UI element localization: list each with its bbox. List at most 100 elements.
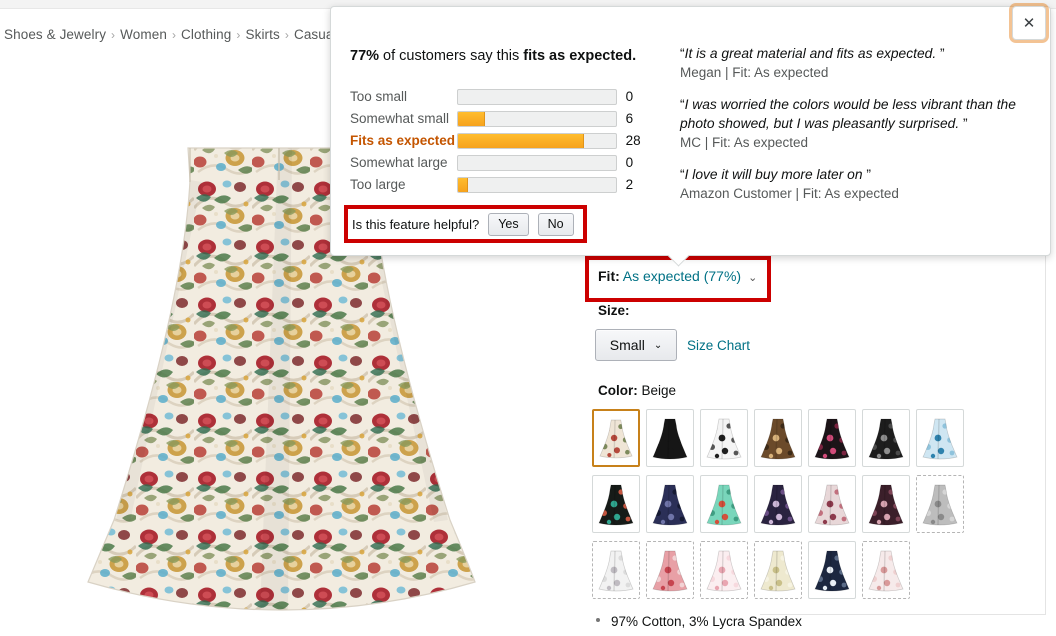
color-swatch-gray-floral[interactable] — [916, 475, 964, 533]
fit-bar-label: Fits as expected — [350, 133, 456, 148]
swatch-skirt-icon — [922, 418, 958, 460]
swatch-skirt-icon — [706, 484, 742, 526]
swatch-skirt-icon — [706, 418, 742, 460]
review-quote: “I love it will buy more later on ” — [680, 167, 871, 182]
swatch-skirt-icon — [599, 419, 633, 459]
color-swatch-black-pink-floral[interactable] — [808, 409, 856, 467]
review-attribution: Megan | Fit: As expected — [680, 65, 829, 80]
fit-value[interactable]: As expected (77%) — [623, 268, 741, 284]
modal-pointer-caret — [668, 255, 690, 267]
fit-bar-row: Fits as expected 28 — [350, 130, 650, 152]
fit-bar-count: 2 — [625, 177, 634, 192]
breadcrumb-item-1[interactable]: Women — [120, 27, 167, 42]
color-swatch-pink-rose-floral[interactable] — [808, 475, 856, 533]
feature-bullet-text: 97% Cotton, 3% Lycra Spandex — [611, 614, 802, 629]
fit-bar-fill — [458, 112, 486, 126]
close-icon[interactable]: ✕ — [1012, 6, 1046, 40]
fit-bar-track — [457, 133, 617, 149]
color-swatch-navy-floral[interactable] — [646, 475, 694, 533]
color-swatch-black-solid[interactable] — [646, 409, 694, 467]
color-value: Beige — [641, 383, 677, 398]
fit-bar-chart: Too small 0 Somewhat small 6 Fits as expecte… — [350, 86, 650, 196]
fit-label: Fit: — [598, 268, 620, 284]
fit-bar-count: 28 — [625, 133, 641, 148]
color-swatch-dark-purple-floral[interactable] — [754, 475, 802, 533]
color-swatch-black-teal-floral[interactable] — [592, 475, 640, 533]
swatch-skirt-icon — [868, 418, 904, 460]
swatch-skirt-icon — [652, 484, 688, 526]
review-quote: “It is a great material and fits as expe… — [680, 46, 945, 61]
color-swatch-red-rose-floral[interactable] — [646, 541, 694, 599]
size-chart-link[interactable]: Size Chart — [687, 338, 750, 353]
size-select[interactable]: Small ⌄ — [595, 329, 677, 361]
headline-emphasis: fits as expected. — [523, 48, 637, 64]
swatch-skirt-icon — [652, 418, 688, 460]
fit-bar-label: Too small — [350, 89, 408, 104]
breadcrumb-item-2[interactable]: Clothing — [181, 27, 231, 42]
color-swatch-pale-pink-floral[interactable] — [700, 541, 748, 599]
swatch-skirt-icon — [760, 550, 796, 592]
color-swatch-maroon-floral[interactable] — [862, 475, 910, 533]
fit-bar-label: Too large — [350, 177, 406, 192]
fit-bar-label: Somewhat small — [350, 111, 450, 126]
fit-bar-row: Somewhat large 0 — [350, 152, 650, 174]
close-glyph: ✕ — [1022, 14, 1036, 32]
fit-summary-row[interactable]: Fit: As expected (77%) ⌄ — [598, 268, 757, 284]
breadcrumb-item-3[interactable]: Skirts — [246, 27, 280, 42]
fit-bar-fill — [458, 178, 468, 192]
swatch-skirt-icon — [760, 484, 796, 526]
breadcrumb-separator: › — [111, 28, 116, 42]
review-attribution: Amazon Customer | Fit: As expected — [680, 186, 899, 201]
color-label: Color: — [598, 383, 638, 398]
review-snippet: “I love it will buy more later on ” Amazo… — [680, 165, 1020, 203]
breadcrumb-separator: › — [171, 28, 177, 42]
chevron-down-icon[interactable]: ⌄ — [748, 272, 757, 284]
bullet-dot-icon — [596, 618, 600, 623]
swatch-skirt-icon — [814, 484, 850, 526]
fit-bar-row: Too small 0 — [350, 86, 650, 108]
breadcrumb-separator: › — [236, 28, 241, 42]
fit-bar-row: Somewhat small 6 — [350, 108, 650, 130]
swatch-skirt-icon — [868, 550, 904, 592]
size-select-value: Small — [609, 337, 645, 353]
swatch-skirt-icon — [760, 418, 796, 460]
fit-percent: 77% — [350, 48, 380, 64]
helpful-no-button[interactable]: No — [537, 212, 574, 236]
fit-bar-row: Too large 2 — [350, 174, 650, 196]
fit-bar-track — [457, 111, 617, 127]
headline-mid: of customers say this — [379, 48, 524, 64]
swatch-skirt-icon — [598, 484, 634, 526]
helpful-yes-button[interactable]: Yes — [488, 212, 529, 236]
color-swatch-mint-floral[interactable] — [700, 475, 748, 533]
fit-bar-track — [457, 177, 617, 193]
review-snippets: “It is a great material and fits as expe… — [680, 44, 1020, 216]
fit-bar-label: Somewhat large — [350, 155, 448, 170]
color-swatch-white-gray-floral[interactable] — [592, 541, 640, 599]
swatch-skirt-icon — [706, 550, 742, 592]
color-swatch-light-blue-floral[interactable] — [916, 409, 964, 467]
review-snippet: “It is a great material and fits as expe… — [680, 44, 1020, 82]
page-root: Shoes & Jewelry › Women › Clothing › Skirts › Ca… — [0, 0, 1056, 636]
breadcrumb: Shoes & Jewelry › Women › Clothing › Skirts › Ca… — [4, 27, 337, 42]
color-swatch-navy-white-floral[interactable] — [808, 541, 856, 599]
color-swatch-brown-floral[interactable] — [754, 409, 802, 467]
chevron-down-icon: ⌄ — [653, 339, 663, 351]
color-swatch-white-black-floral[interactable] — [700, 409, 748, 467]
review-snippet: “I was worried the colors would be less … — [680, 95, 1020, 152]
breadcrumb-item-0[interactable]: Shoes & Jewelry — [4, 27, 106, 42]
fit-bar-track — [457, 155, 617, 171]
color-swatch-beige-floral[interactable] — [592, 409, 640, 467]
swatch-skirt-icon — [598, 550, 634, 592]
content-bottom-border — [760, 614, 1046, 615]
fit-bar-count: 0 — [625, 155, 634, 170]
review-quote: “I was worried the colors would be less … — [680, 97, 1016, 131]
color-swatch-blush-floral[interactable] — [862, 541, 910, 599]
color-swatch-grid — [592, 409, 992, 607]
swatch-skirt-icon — [814, 550, 850, 592]
modal-headline: 77% of customers say this fits as expect… — [350, 48, 636, 64]
color-swatch-black-gray-floral[interactable] — [862, 409, 910, 467]
fit-bar-track — [457, 89, 617, 105]
color-swatch-cream-floral[interactable] — [754, 541, 802, 599]
swatch-skirt-icon — [922, 484, 958, 526]
fit-bar-count: 0 — [625, 89, 634, 104]
